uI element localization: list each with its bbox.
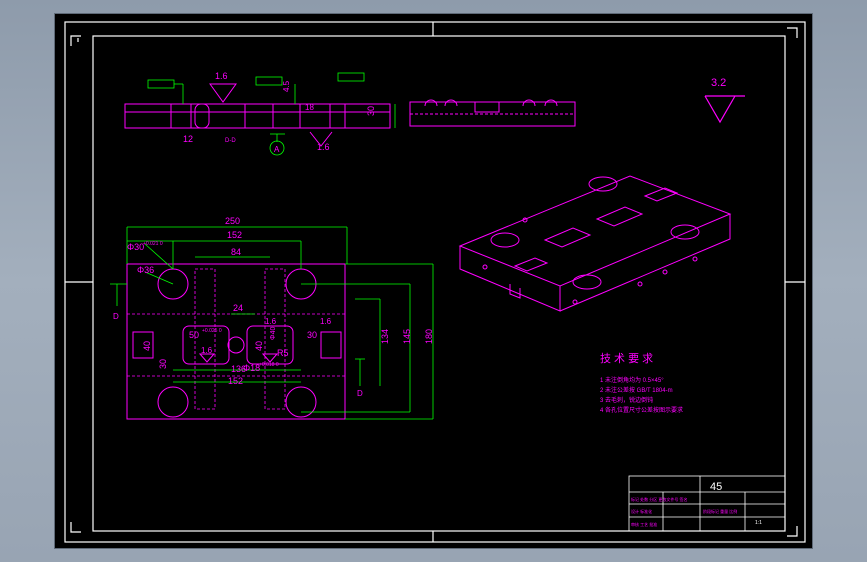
dim-145: 145 <box>402 329 412 344</box>
section-dim-45: 4.5 <box>282 80 291 92</box>
rough-16-b: 1.6 <box>265 317 277 326</box>
cad-drawing: 1.6 1.6 12 18 30 4.5 A D-D 3.2 250 152 8… <box>64 21 806 543</box>
trim-marks <box>65 22 805 542</box>
dim-30-left: 30 <box>158 359 168 369</box>
dim-30-right: 30 <box>307 330 317 340</box>
drawing-viewport[interactable]: 1.6 1.6 12 18 30 4.5 A D-D 3.2 250 152 8… <box>54 13 813 549</box>
dim-250: 250 <box>225 216 240 226</box>
title-scale: 1:1 <box>755 520 762 526</box>
tech-req-item-4: 4 各孔位置尺寸公差按图示要求 <box>600 406 683 414</box>
section-dim-30: 30 <box>366 106 376 116</box>
section-rough-top: 1.6 <box>215 71 228 81</box>
dim-50: 50 <box>189 330 199 340</box>
dim-phi18: Φ18 <box>243 363 260 373</box>
dim-180: 180 <box>424 329 434 344</box>
dim-phi18-tol: +0.018 0 <box>259 362 279 368</box>
section-rough-bottom: 1.6 <box>317 142 330 152</box>
dim-152-top: 152 <box>227 230 242 240</box>
section-label-a: A <box>274 145 280 154</box>
dim-84: 84 <box>231 247 241 257</box>
inner-border <box>92 35 786 532</box>
title-item-c: 审核 工艺 批准 <box>631 521 657 527</box>
dim-50-tol: +0.025 0 <box>202 328 222 334</box>
section-dim-12: 12 <box>183 134 193 144</box>
title-item-b: 设计 标准化 <box>631 508 652 514</box>
side-view <box>409 99 576 127</box>
dim-r5: R5 <box>277 348 289 358</box>
outer-border <box>64 21 806 543</box>
dim-134: 134 <box>380 329 390 344</box>
tech-req-item-1: 1 未注倒角均为 0.5×45° <box>600 376 664 384</box>
tech-req-item-2: 2 未注公差按 GB/T 1804-m <box>600 386 673 394</box>
dim-40-left: 40 <box>142 341 152 351</box>
rough-16-a: 1.6 <box>201 346 213 355</box>
tech-req-title: 技 术 要 求 <box>600 352 653 365</box>
title-material: 45 <box>710 481 722 493</box>
title-item-d: 阶段标记 重量 比例 <box>703 508 737 514</box>
corner-rough-symbol <box>704 95 745 124</box>
dim-24: 24 <box>233 303 243 313</box>
label-d-left: D <box>113 312 119 321</box>
dim-40-right: 40 <box>254 341 264 351</box>
isometric-view <box>458 175 732 312</box>
section-view <box>124 103 391 129</box>
dim-phi30-tol: +0.021 0 <box>143 241 163 247</box>
corner-rough-value: 3.2 <box>711 77 726 89</box>
top-view-part <box>126 263 346 420</box>
section-label: D-D <box>225 138 236 144</box>
tech-req-item-3: 3 去毛刺，锐边倒钝 <box>600 396 653 404</box>
dim-152-bottom: 152 <box>228 376 243 386</box>
title-item-a: 标记 处数 分区 更改文件号 签名 <box>631 496 687 502</box>
dim-phi30: Φ30 <box>127 242 144 252</box>
label-d-right: D <box>357 389 363 398</box>
rough-16-c: 1.6 <box>320 317 332 326</box>
dim-phi36: Φ36 <box>137 265 154 275</box>
section-dim-18: 18 <box>305 103 314 112</box>
section-rough-symbols <box>209 83 333 147</box>
dim-phi40: Φ40 <box>270 327 277 340</box>
